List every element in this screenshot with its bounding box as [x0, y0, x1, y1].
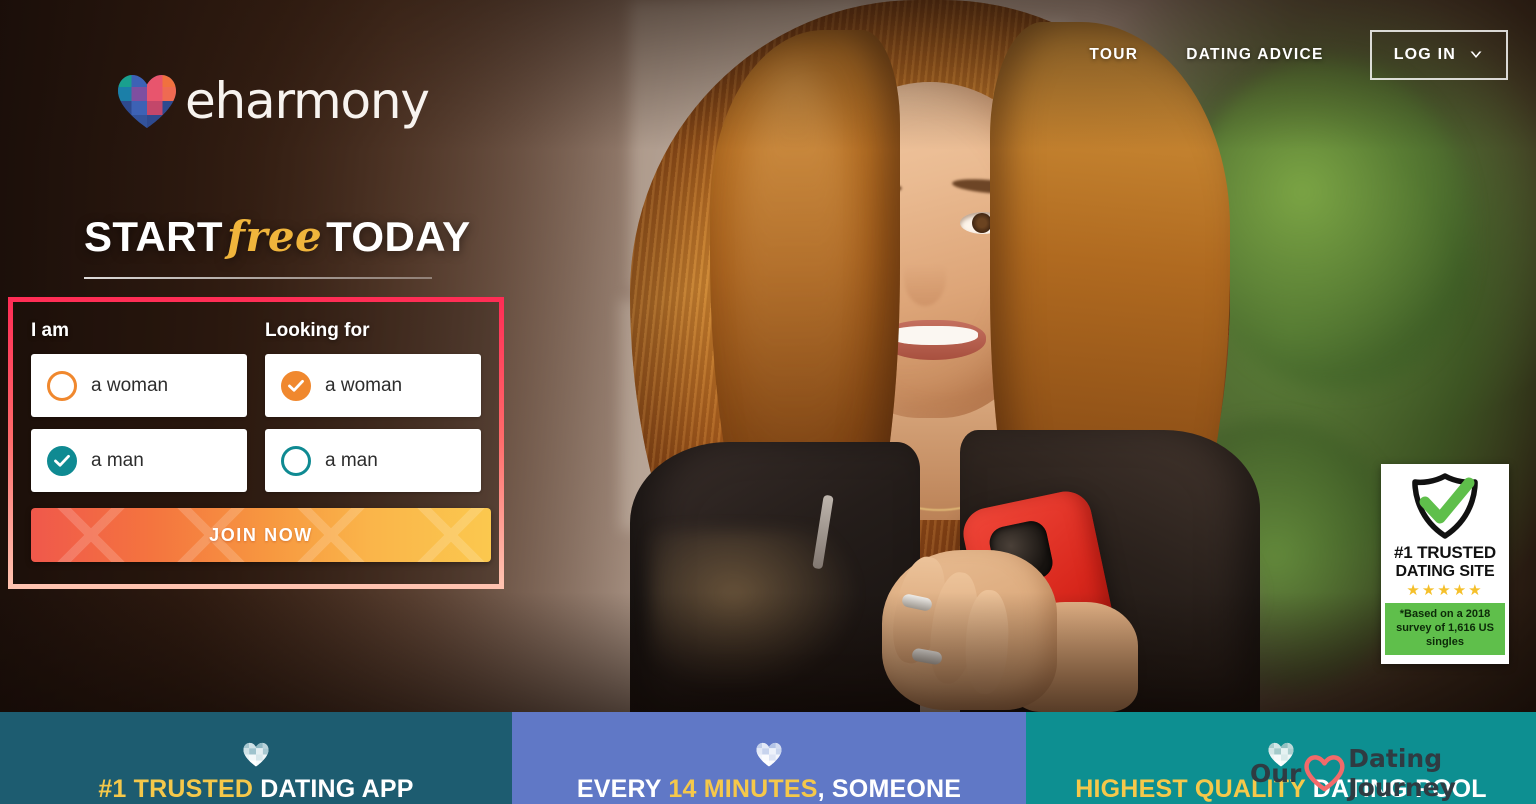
- badge-star-rating: ★★★★★: [1406, 582, 1484, 599]
- headline-pre: START: [84, 213, 223, 260]
- radio-unselected-icon: [47, 370, 77, 401]
- badge-line-1: #1 TRUSTED: [1394, 543, 1496, 562]
- form-column-i-am: I am a woman a man: [31, 320, 247, 504]
- radio-unselected-icon: [281, 445, 311, 476]
- watermark-our-dating-journey: Our Dating Journey: [1250, 744, 1536, 802]
- looking-for-label: Looking for: [265, 320, 370, 341]
- shield-check-icon: [1412, 473, 1478, 539]
- i-am-label: I am: [31, 320, 70, 341]
- looking-for-option-a-man[interactable]: a man: [265, 429, 481, 492]
- panel-every-14-minutes[interactable]: EVERY 14 MINUTES, SOMEONE: [512, 712, 1026, 804]
- badge-footnote: *Based on a 2018 survey of 1,616 US sing…: [1385, 603, 1505, 656]
- panel-1-highlight: #1 TRUSTED: [98, 775, 254, 803]
- login-button[interactable]: LOG IN: [1369, 30, 1508, 80]
- join-now-label: JOIN NOW: [209, 524, 313, 545]
- i-am-option-a-man-label: a man: [91, 449, 144, 471]
- i-am-option-a-woman[interactable]: a woman: [31, 354, 247, 417]
- watermark-pre: Our: [1250, 758, 1302, 788]
- headline-underline: [84, 277, 432, 279]
- panel-2-pre: EVERY: [576, 775, 669, 803]
- i-am-option-a-woman-label: a woman: [91, 374, 169, 396]
- panel-trusted-app[interactable]: #1 TRUSTED DATING APP: [0, 712, 512, 804]
- heart-outline-icon: [1304, 755, 1345, 792]
- brand-name: eharmony: [185, 72, 430, 130]
- signup-form: I am a woman a man Looking for a woman a…: [13, 302, 499, 584]
- watermark-post: Dating Journey: [1348, 744, 1456, 802]
- looking-for-option-a-woman-label: a woman: [325, 374, 403, 396]
- checkered-heart-icon: [243, 742, 269, 767]
- signup-form-highlight: I am a woman a man Looking for a woman a…: [8, 297, 504, 589]
- looking-for-option-a-woman[interactable]: a woman: [265, 354, 481, 417]
- login-label: LOG IN: [1393, 46, 1456, 63]
- looking-for-option-a-man-label: a man: [325, 449, 378, 471]
- panel-2-rest: , SOMEONE: [817, 775, 962, 803]
- panel-1-rest: DATING APP: [253, 775, 414, 803]
- headline-accent: free: [226, 212, 323, 261]
- nav-tour[interactable]: TOUR: [1065, 46, 1162, 64]
- panel-2-highlight: 14 MINUTES: [668, 775, 818, 803]
- chevron-down-icon: [1470, 51, 1482, 58]
- form-column-looking-for: Looking for a woman a man: [265, 320, 481, 504]
- checkered-heart-icon: [118, 75, 176, 128]
- i-am-option-a-man[interactable]: a man: [31, 429, 247, 492]
- checkered-heart-icon: [756, 742, 782, 767]
- badge-line-2: DATING SITE: [1395, 563, 1495, 580]
- hero-section: TOUR DATING ADVICE LOG IN eharmony START…: [0, 0, 1536, 712]
- radio-selected-check-icon: [47, 445, 77, 476]
- radio-selected-check-icon: [281, 370, 311, 401]
- nav-dating-advice[interactable]: DATING ADVICE: [1162, 46, 1347, 64]
- brand-logo[interactable]: eharmony: [116, 72, 430, 130]
- headline-post: TODAY: [326, 213, 471, 260]
- page-stage: TOUR DATING ADVICE LOG IN eharmony START…: [0, 0, 1536, 804]
- top-navigation: TOUR DATING ADVICE LOG IN: [1065, 26, 1508, 84]
- hero-headline: STARTfreeTODAY: [84, 212, 470, 279]
- join-now-button[interactable]: JOIN NOW: [31, 508, 491, 562]
- trust-badge: #1 TRUSTED DATING SITE ★★★★★ *Based on a…: [1381, 464, 1509, 664]
